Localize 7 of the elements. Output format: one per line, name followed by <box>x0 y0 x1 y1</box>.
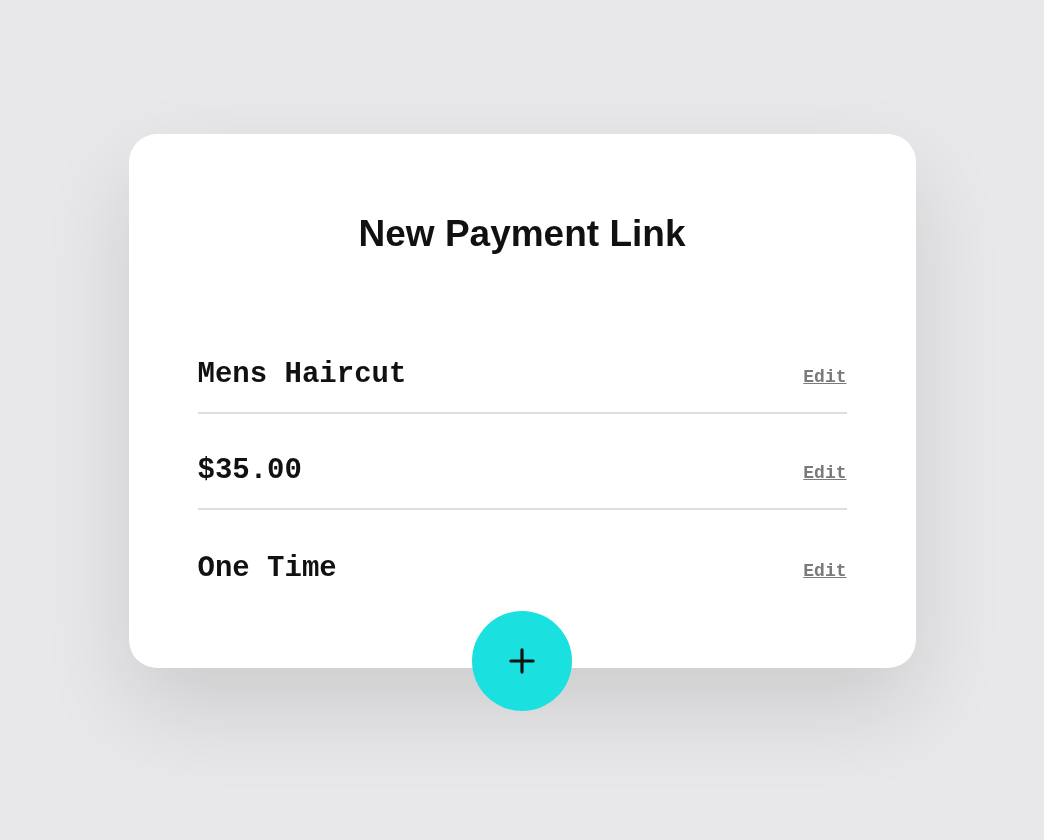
row-label: Mens Haircut <box>197 358 407 392</box>
row-label: $35.00 <box>197 454 302 488</box>
edit-link[interactable]: Edit <box>803 462 847 484</box>
row-label: One Time <box>197 552 337 586</box>
card-title: New Payment Link <box>358 212 686 256</box>
edit-link[interactable]: Edit <box>803 366 847 388</box>
edit-link[interactable]: Edit <box>803 560 847 582</box>
